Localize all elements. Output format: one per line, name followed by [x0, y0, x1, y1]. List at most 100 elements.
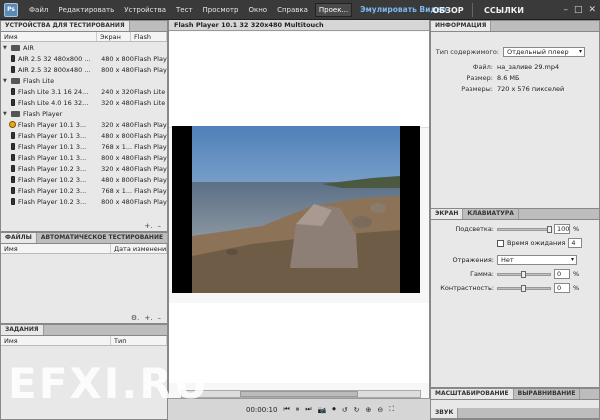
reflection-select[interactable]: Нет — [497, 255, 577, 265]
phone-icon — [11, 55, 15, 62]
backlight-slider-knob[interactable] — [547, 225, 552, 233]
timeout-checkbox[interactable] — [497, 239, 504, 247]
column-flash[interactable]: Flash — [131, 32, 167, 41]
device-row[interactable]: Flash Player 10.2 3... 768 x 1... Flash Pl… — [1, 185, 167, 196]
device-row[interactable]: Flash Player 10.2 3... 800 x 480 Flash Pla… — [1, 196, 167, 207]
tab-auto-testing[interactable]: АВТОМАТИЧЕСКОЕ ТЕСТИРОВАНИЕ — [37, 233, 169, 243]
tab-screen[interactable]: ЭКРАН — [431, 209, 464, 219]
device-row[interactable]: Flash Player 10.1 3... 320 x 480 Flash Pla… — [1, 119, 167, 130]
zoom-in-icon[interactable]: ⊕ — [366, 406, 372, 414]
column-name[interactable]: Имя — [1, 244, 111, 253]
screen-panel: ЭКРАН КЛАВИАТУРА Подсветка: 100 % Время … — [430, 208, 600, 388]
fit-icon[interactable]: ⛶ — [389, 405, 394, 414]
scrollbar-thumb[interactable] — [240, 391, 358, 397]
gamma-row: Гамма: 0 % — [431, 267, 599, 281]
expand-arrow-icon[interactable]: ▼ — [3, 78, 9, 84]
add-icon[interactable]: +. — [144, 222, 152, 230]
tab-test-devices[interactable]: УСТРОЙСТВА ДЛЯ ТЕСТИРОВАНИЯ — [1, 21, 130, 31]
device-screen: 320 x 480 — [101, 120, 134, 129]
device-row[interactable]: Flash Player 10.1 3... 480 x 800 Flash Pla… — [1, 130, 167, 141]
rotate-right-icon[interactable]: ↻ — [354, 406, 360, 414]
contrast-slider[interactable] — [497, 284, 551, 292]
phone-icon — [11, 88, 15, 95]
remove-icon[interactable]: – — [158, 222, 162, 230]
record-icon[interactable]: ⏺ — [332, 405, 336, 414]
timeout-input[interactable]: 4 — [568, 238, 583, 248]
device-row[interactable]: AIR 2.5 32 480x800 ... 480 x 800 Flash Pla… — [1, 53, 167, 64]
minimize-icon[interactable]: – — [563, 4, 568, 16]
menu-help[interactable]: Справка — [272, 6, 313, 14]
rotate-left-icon[interactable]: ↺ — [342, 406, 348, 414]
tab-keyboard[interactable]: КЛАВИАТУРА — [463, 209, 519, 219]
phone-icon — [11, 66, 15, 73]
tab-info[interactable]: ИНФОРМАЦИЯ — [431, 21, 492, 31]
tab-tasks[interactable]: ЗАДАНИЯ — [1, 325, 44, 335]
backlight-slider[interactable] — [497, 225, 552, 233]
remove-icon[interactable]: – — [158, 314, 162, 322]
device-row[interactable]: Flash Player 10.2 3... 320 x 480 Flash Pla… — [1, 163, 167, 174]
menu-devices[interactable]: Устройства — [119, 6, 171, 14]
device-row[interactable]: AIR 2.5 32 800x480 ... 800 x 480 Flash Pla… — [1, 64, 167, 75]
tab-files[interactable]: ФАЙЛЫ — [1, 233, 37, 243]
device-group-label: Flash Player — [23, 109, 63, 118]
menu-edit[interactable]: Редактировать — [53, 6, 119, 14]
device-row[interactable]: Flash Lite 3.1 16 24... 240 x 320 Flash Li… — [1, 86, 167, 97]
device-row[interactable]: Flash Player 10.2 3... 480 x 800 Flash Pla… — [1, 174, 167, 185]
device-row[interactable]: Flash Lite 4.0 16 32... 320 x 480 Flash Li… — [1, 97, 167, 108]
column-date-modified[interactable]: Дата изменения — [111, 244, 167, 253]
close-icon[interactable]: ✕ — [588, 4, 596, 16]
gear-icon[interactable]: ⚙. — [131, 314, 140, 322]
camera-icon[interactable]: 📷 — [318, 406, 327, 414]
device-group[interactable]: ▼ Flash Player — [1, 108, 167, 119]
phone-icon — [11, 176, 15, 183]
device-group-label: AIR — [23, 43, 34, 52]
contrast-input[interactable]: 0 — [554, 283, 570, 293]
video-frame — [172, 126, 420, 293]
skip-forward-icon[interactable]: ⏭ — [305, 405, 311, 414]
project-button[interactable]: Проек... — [314, 2, 353, 17]
percent-label: % — [573, 270, 580, 278]
dimensions-row: Размеры: 720 x 576 пикселей — [431, 83, 599, 94]
horizontal-scrollbar[interactable] — [181, 390, 421, 398]
device-name: Flash Player 10.2 3... — [17, 186, 87, 195]
tab-device-document[interactable]: Flash Player 10.1 32 320x480 Multitouch — [169, 20, 429, 31]
skip-back-icon[interactable]: ⏮ — [283, 405, 289, 414]
menu-test[interactable]: Тест — [171, 6, 198, 14]
video-stage[interactable] — [172, 126, 420, 293]
links-button[interactable]: ССЫЛКИ — [472, 2, 536, 18]
device-group[interactable]: ▼ Flash Lite — [1, 75, 167, 86]
column-name[interactable]: Имя — [1, 32, 97, 41]
zoom-out-icon[interactable]: ⊖ — [377, 406, 383, 414]
device-row[interactable]: Flash Player 10.1 3... 768 x 1... Flash Pl… — [1, 141, 167, 152]
menu-view[interactable]: Просмотр — [198, 6, 244, 14]
device-name: Flash Player 10.1 3... — [17, 131, 87, 140]
device-profile: Flash Player — [134, 164, 167, 173]
overview-button[interactable]: ОБЗОР — [424, 2, 472, 18]
expand-arrow-icon[interactable]: ▼ — [3, 111, 9, 117]
device-group[interactable]: ▼ AIR — [1, 42, 167, 53]
menu-window[interactable]: Окно — [243, 6, 272, 14]
column-type[interactable]: Тип — [111, 336, 167, 345]
column-name[interactable]: Имя — [1, 336, 111, 345]
app-icon[interactable]: Ps — [4, 2, 18, 17]
gamma-input[interactable]: 0 — [554, 269, 570, 279]
file-row: Файл: на_заливе 29.mp4 — [431, 61, 599, 72]
device-profile: Flash Player — [134, 120, 167, 129]
expand-arrow-icon[interactable]: ▼ — [3, 45, 9, 51]
device-row[interactable]: Flash Player 10.1 3... 800 x 480 Flash Pla… — [1, 152, 167, 163]
gamma-slider[interactable] — [497, 270, 551, 278]
content-type-select[interactable]: Отдельный плеер — [503, 46, 585, 57]
maximize-icon[interactable]: □ — [574, 4, 583, 16]
backlight-input[interactable]: 100 — [554, 224, 570, 234]
add-icon[interactable]: +. — [144, 314, 152, 322]
size-value: 8.6 МБ — [497, 73, 520, 82]
pause-icon[interactable]: ⏸ — [296, 405, 300, 414]
tab-sound[interactable]: ЗВУК — [431, 408, 459, 418]
menu-file[interactable]: Файл — [24, 6, 53, 14]
tab-alignment[interactable]: ВЫРАВНИВАНИЕ — [514, 389, 581, 399]
column-screen[interactable]: Экран — [97, 32, 131, 41]
device-name: AIR 2.5 32 480x800 ... — [17, 54, 91, 63]
tab-scaling[interactable]: МАСШТАБИРОВАНИЕ — [431, 389, 514, 399]
contrast-slider-knob[interactable] — [521, 284, 526, 292]
gamma-slider-knob[interactable] — [521, 270, 526, 278]
